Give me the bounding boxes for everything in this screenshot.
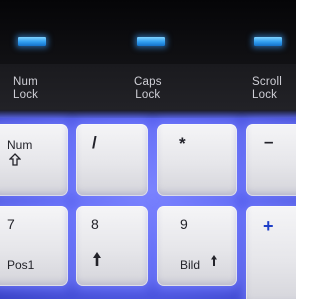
led-panel bbox=[0, 0, 296, 72]
eight-key-label: 8 bbox=[91, 216, 99, 232]
multiply-key-label: * bbox=[179, 134, 186, 153]
caps-lock-label-line1: Caps bbox=[134, 76, 162, 88]
plus-key[interactable]: + bbox=[246, 206, 296, 299]
minus-key-label: – bbox=[264, 132, 274, 151]
scroll-lock-label: Scroll Lock bbox=[252, 76, 282, 102]
seven-key[interactable]: 7 Pos1 bbox=[0, 206, 68, 286]
shift-arrow-icon bbox=[9, 153, 21, 167]
caps-lock-label-line2: Lock bbox=[135, 89, 161, 101]
num-lock-led bbox=[18, 37, 46, 46]
num-key[interactable]: Num bbox=[0, 124, 68, 196]
num-lock-label: Num Lock bbox=[13, 76, 38, 102]
keyboard-photo: Num Lock Caps Lock Scroll Lock Num / * –… bbox=[0, 0, 296, 299]
arrow-up-icon bbox=[92, 251, 102, 266]
num-lock-label-line2: Lock bbox=[13, 89, 39, 101]
scroll-lock-label-line2: Lock bbox=[252, 89, 278, 101]
num-lock-label-line1: Num bbox=[13, 76, 38, 88]
scroll-lock-led bbox=[254, 37, 282, 46]
pos1-label: Pos1 bbox=[7, 258, 35, 272]
bild-arrow-up-icon bbox=[210, 254, 220, 268]
nine-key[interactable]: 9 Bild bbox=[157, 206, 237, 286]
minus-key[interactable]: – bbox=[246, 124, 296, 196]
caps-lock-label: Caps Lock bbox=[134, 76, 162, 102]
divide-key[interactable]: / bbox=[76, 124, 148, 196]
divide-key-label: / bbox=[92, 133, 97, 152]
num-key-label: Num bbox=[7, 138, 33, 152]
bild-label: Bild bbox=[180, 258, 201, 272]
eight-key[interactable]: 8 bbox=[76, 206, 148, 286]
multiply-key[interactable]: * bbox=[157, 124, 237, 196]
scroll-lock-label-line1: Scroll bbox=[252, 76, 282, 88]
seven-key-label: 7 bbox=[7, 216, 15, 232]
plus-key-label: + bbox=[263, 216, 274, 236]
nine-key-label: 9 bbox=[180, 216, 188, 232]
caps-lock-led bbox=[137, 37, 165, 46]
